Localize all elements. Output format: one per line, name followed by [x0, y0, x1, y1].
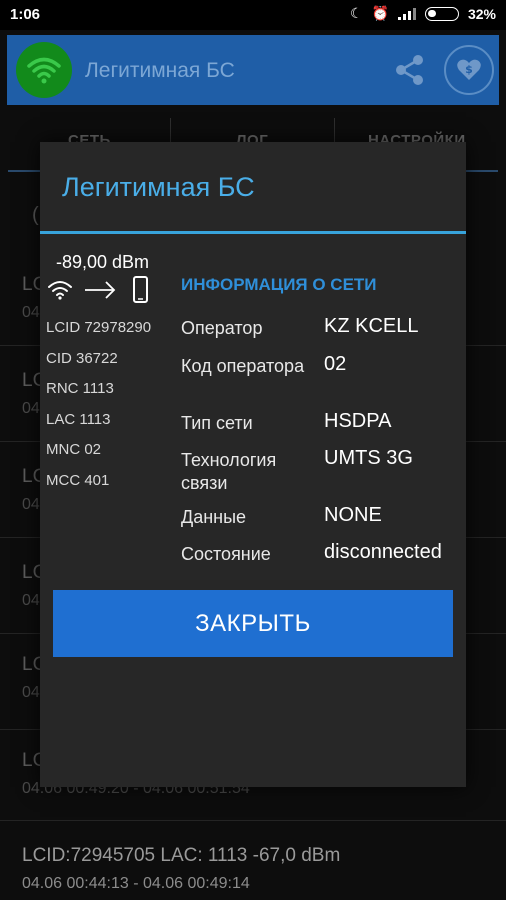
moon-icon: ☾ [349, 5, 363, 21]
cid-value: CID 36722 [46, 349, 118, 367]
list-item-title: LCID:72945705 LAC: 1113 -67,0 dBm [22, 845, 341, 866]
battery-percent: 32% [467, 5, 496, 22]
list-item[interactable]: LCID:72945705 LAC: 1113 -67,0 dBm 04.06 … [0, 821, 506, 900]
info-label: Код оператора [181, 356, 305, 376]
status-time: 1:06 [10, 6, 41, 23]
info-value: KZ KCELL [324, 315, 419, 337]
connection-diagram [48, 276, 148, 303]
status-icons: ☾ ⏰ 32% [350, 5, 496, 22]
info-label: Данные [181, 507, 247, 527]
close-button[interactable]: ЗАКРЫТЬ [53, 590, 453, 657]
info-value: UMTS 3G [324, 447, 413, 469]
info-value: disconnected [324, 541, 442, 563]
list-item-time: 04 [22, 684, 40, 701]
info-value: 02 [324, 353, 347, 375]
network-info-header: ИНФОРМАЦИЯ О СЕТИ [181, 275, 377, 294]
dialog-divider [40, 231, 466, 234]
phone-icon [133, 276, 148, 303]
app-bar: Легитимная БС $ [7, 35, 499, 105]
info-label: Оператор [181, 318, 263, 338]
info-label: Состояние [181, 544, 271, 564]
info-label: Тип сети [181, 413, 253, 433]
mnc-value: MNC 02 [46, 441, 102, 458]
rnc-value: RNC 1113 [46, 380, 114, 397]
filter-radio[interactable]: ( [32, 204, 39, 227]
svg-text:$: $ [465, 63, 473, 76]
list-item-time: 04 [22, 400, 40, 417]
wifi-icon [16, 42, 72, 98]
signal-icon [397, 7, 416, 20]
info-value: HSDPA [324, 410, 392, 432]
donate-button[interactable]: $ [444, 45, 494, 95]
arrow-right-icon [85, 281, 116, 299]
list-item-time: 04.06 00:44:13 - 04.06 00:49:14 [22, 875, 250, 892]
info-label: Технология связи [181, 450, 277, 493]
list-item-time: 04 [22, 496, 40, 513]
lac-value: LAC 1113 [46, 410, 111, 428]
status-bar: 1:06 ☾ ⏰ 32% [0, 0, 506, 30]
list-item-time: 04 [22, 592, 40, 609]
app-title: Легитимная БС [85, 59, 235, 82]
battery-icon [424, 6, 459, 21]
share-icon[interactable] [393, 53, 427, 87]
signal-strength: -89,00 dBm [56, 252, 150, 272]
list-item-time: 04 [22, 304, 40, 321]
heart-dollar-icon: $ [457, 59, 481, 80]
info-value: NONE [324, 504, 382, 526]
base-station-dialog: Легитимная БС -89,00 dBm LCID 72978290 C… [40, 142, 466, 787]
dialog-title: Легитимная БС [62, 172, 255, 202]
lcid-value: LCID 72978290 [46, 319, 152, 336]
cell-id-list: LCID 72978290 CID 36722 RNC 1113 LAC 111… [46, 318, 151, 501]
wifi-icon [48, 281, 72, 300]
mcc-value: MCC 401 [46, 471, 110, 489]
alarm-icon: ⏰ [371, 5, 389, 21]
